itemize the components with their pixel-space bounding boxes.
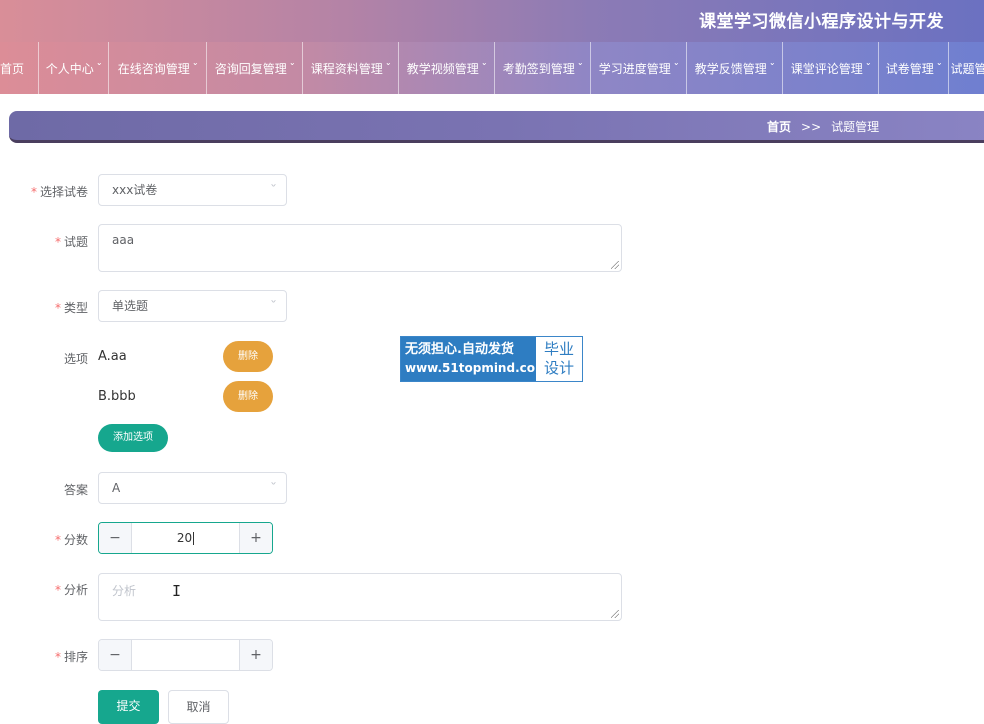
delete-option-a-button[interactable]: 删除 bbox=[223, 341, 273, 372]
watermark-slogan: 无须担心.自动发货 bbox=[405, 342, 514, 357]
nav-item-label: 咨询回复管理 bbox=[214, 61, 287, 76]
breadcrumb-separator: >> bbox=[801, 119, 822, 134]
add-option-button[interactable]: 添加选项 bbox=[98, 424, 168, 452]
watermark-text-1: 毕业 bbox=[543, 340, 574, 358]
score-label: * 分数 bbox=[54, 533, 88, 547]
chevron-down-icon: ˅ bbox=[672, 63, 680, 73]
chevron-down-icon: ˅ bbox=[269, 184, 278, 195]
chevron-down-icon: ˅ bbox=[191, 63, 199, 73]
nav-item-label: 课程资料管理 bbox=[310, 61, 383, 76]
question-label: * 试题 bbox=[54, 235, 88, 249]
sort-decrease-button[interactable]: − bbox=[99, 640, 132, 670]
resize-handle-icon[interactable] bbox=[611, 610, 619, 618]
sort-increase-button[interactable]: + bbox=[239, 640, 272, 670]
answer-select[interactable]: A ˅ bbox=[98, 472, 287, 504]
text-cursor-icon: I bbox=[172, 582, 182, 600]
score-decrease-button[interactable]: − bbox=[99, 523, 132, 553]
nav-item-label: 课堂评论管理 bbox=[790, 61, 863, 76]
breadcrumb-bar: 首页 >> 试题管理 bbox=[9, 111, 984, 143]
nav-item-label: 教学反馈管理 bbox=[694, 61, 767, 76]
chevron-down-icon: ˅ bbox=[269, 482, 278, 493]
nav-item-0[interactable]: 首页 bbox=[0, 42, 39, 94]
nav-item-11[interactable]: 试题管 bbox=[949, 42, 984, 94]
nav-item-label: 考勤签到管理 bbox=[502, 61, 575, 76]
nav-item-label: 在线咨询管理 bbox=[117, 61, 190, 76]
text-caret bbox=[193, 532, 195, 545]
watermark-url: www.51topmind.com bbox=[405, 361, 548, 375]
analysis-label: * 分析 bbox=[54, 583, 88, 597]
nav-item-5[interactable]: 教学视频管理 ˅ bbox=[399, 42, 495, 94]
nav-item-9[interactable]: 课堂评论管理 ˅ bbox=[783, 42, 879, 94]
options-label: 选项 bbox=[63, 352, 88, 366]
paper-select[interactable]: xxx试卷 ˅ bbox=[98, 174, 287, 206]
type-label: * 类型 bbox=[54, 301, 88, 315]
nav-item-10[interactable]: 试卷管理 ˅ bbox=[879, 42, 949, 94]
sort-input[interactable] bbox=[132, 640, 239, 670]
chevron-down-icon: ˅ bbox=[864, 63, 872, 73]
nav-item-label: 教学视频管理 bbox=[406, 61, 479, 76]
sort-stepper[interactable]: − + bbox=[98, 639, 273, 671]
nav-item-label: 个人中心 bbox=[45, 61, 94, 76]
chevron-down-icon: ˅ bbox=[269, 300, 278, 311]
chevron-down-icon: ˅ bbox=[480, 63, 488, 73]
delete-option-b-button[interactable]: 删除 bbox=[223, 381, 273, 412]
nav-item-1[interactable]: 个人中心 ˅ bbox=[39, 42, 109, 94]
nav-item-8[interactable]: 教学反馈管理 ˅ bbox=[687, 42, 783, 94]
breadcrumb-home[interactable]: 首页 bbox=[767, 118, 791, 135]
score-input[interactable]: 20 bbox=[132, 523, 239, 553]
chevron-down-icon: ˅ bbox=[935, 63, 943, 73]
answer-label: 答案 bbox=[63, 483, 88, 497]
chevron-down-icon: ˅ bbox=[768, 63, 776, 73]
chevron-down-icon: ˅ bbox=[95, 63, 103, 73]
watermark-badge: 无须担心.自动发货 www.51topmind.com 毕业 设计 bbox=[400, 336, 583, 382]
chevron-down-icon: ˅ bbox=[288, 63, 296, 73]
paper-label: * 选择试卷 bbox=[30, 185, 88, 199]
nav-item-7[interactable]: 学习进度管理 ˅ bbox=[591, 42, 687, 94]
nav-item-2[interactable]: 在线咨询管理 ˅ bbox=[109, 42, 207, 94]
chevron-down-icon: ˅ bbox=[384, 63, 392, 73]
question-textarea[interactable]: aaa bbox=[98, 224, 622, 272]
option-item-b: B.bbb bbox=[98, 389, 136, 404]
type-select[interactable]: 单选题 ˅ bbox=[98, 290, 287, 322]
resize-handle-icon[interactable] bbox=[611, 261, 619, 269]
submit-button[interactable]: 提交 bbox=[98, 690, 159, 724]
breadcrumb: 首页 >> 试题管理 bbox=[767, 118, 879, 135]
watermark-text-2: 设计 bbox=[543, 359, 574, 377]
top-nav: 首页 个人中心 ˅ 在线咨询管理 ˅ 咨询回复管理 ˅ 课程资料管理 ˅ 教学视频管理 ˅ 考勤签到管… bbox=[0, 42, 984, 94]
nav-item-6[interactable]: 考勤签到管理 ˅ bbox=[495, 42, 591, 94]
app-title: 课堂学习微信小程序设计与开发 bbox=[699, 12, 944, 32]
score-increase-button[interactable]: + bbox=[239, 523, 272, 553]
nav-item-label: 学习进度管理 bbox=[598, 61, 671, 76]
chevron-down-icon: ˅ bbox=[576, 63, 584, 73]
nav-item-3[interactable]: 咨询回复管理 ˅ bbox=[207, 42, 303, 94]
app-header: 课堂学习微信小程序设计与开发 bbox=[0, 0, 984, 42]
nav-item-label: 试题管 bbox=[950, 61, 984, 76]
nav-item-label: 首页 bbox=[0, 61, 25, 76]
score-stepper[interactable]: − 20 + bbox=[98, 522, 273, 554]
nav-item-label: 试卷管理 bbox=[885, 61, 934, 76]
sort-label: * 排序 bbox=[54, 650, 88, 664]
nav-item-4[interactable]: 课程资料管理 ˅ bbox=[303, 42, 399, 94]
option-item-a: A.aa bbox=[98, 349, 127, 364]
breadcrumb-current: 试题管理 bbox=[831, 120, 880, 134]
cancel-button[interactable]: 取消 bbox=[168, 690, 229, 724]
